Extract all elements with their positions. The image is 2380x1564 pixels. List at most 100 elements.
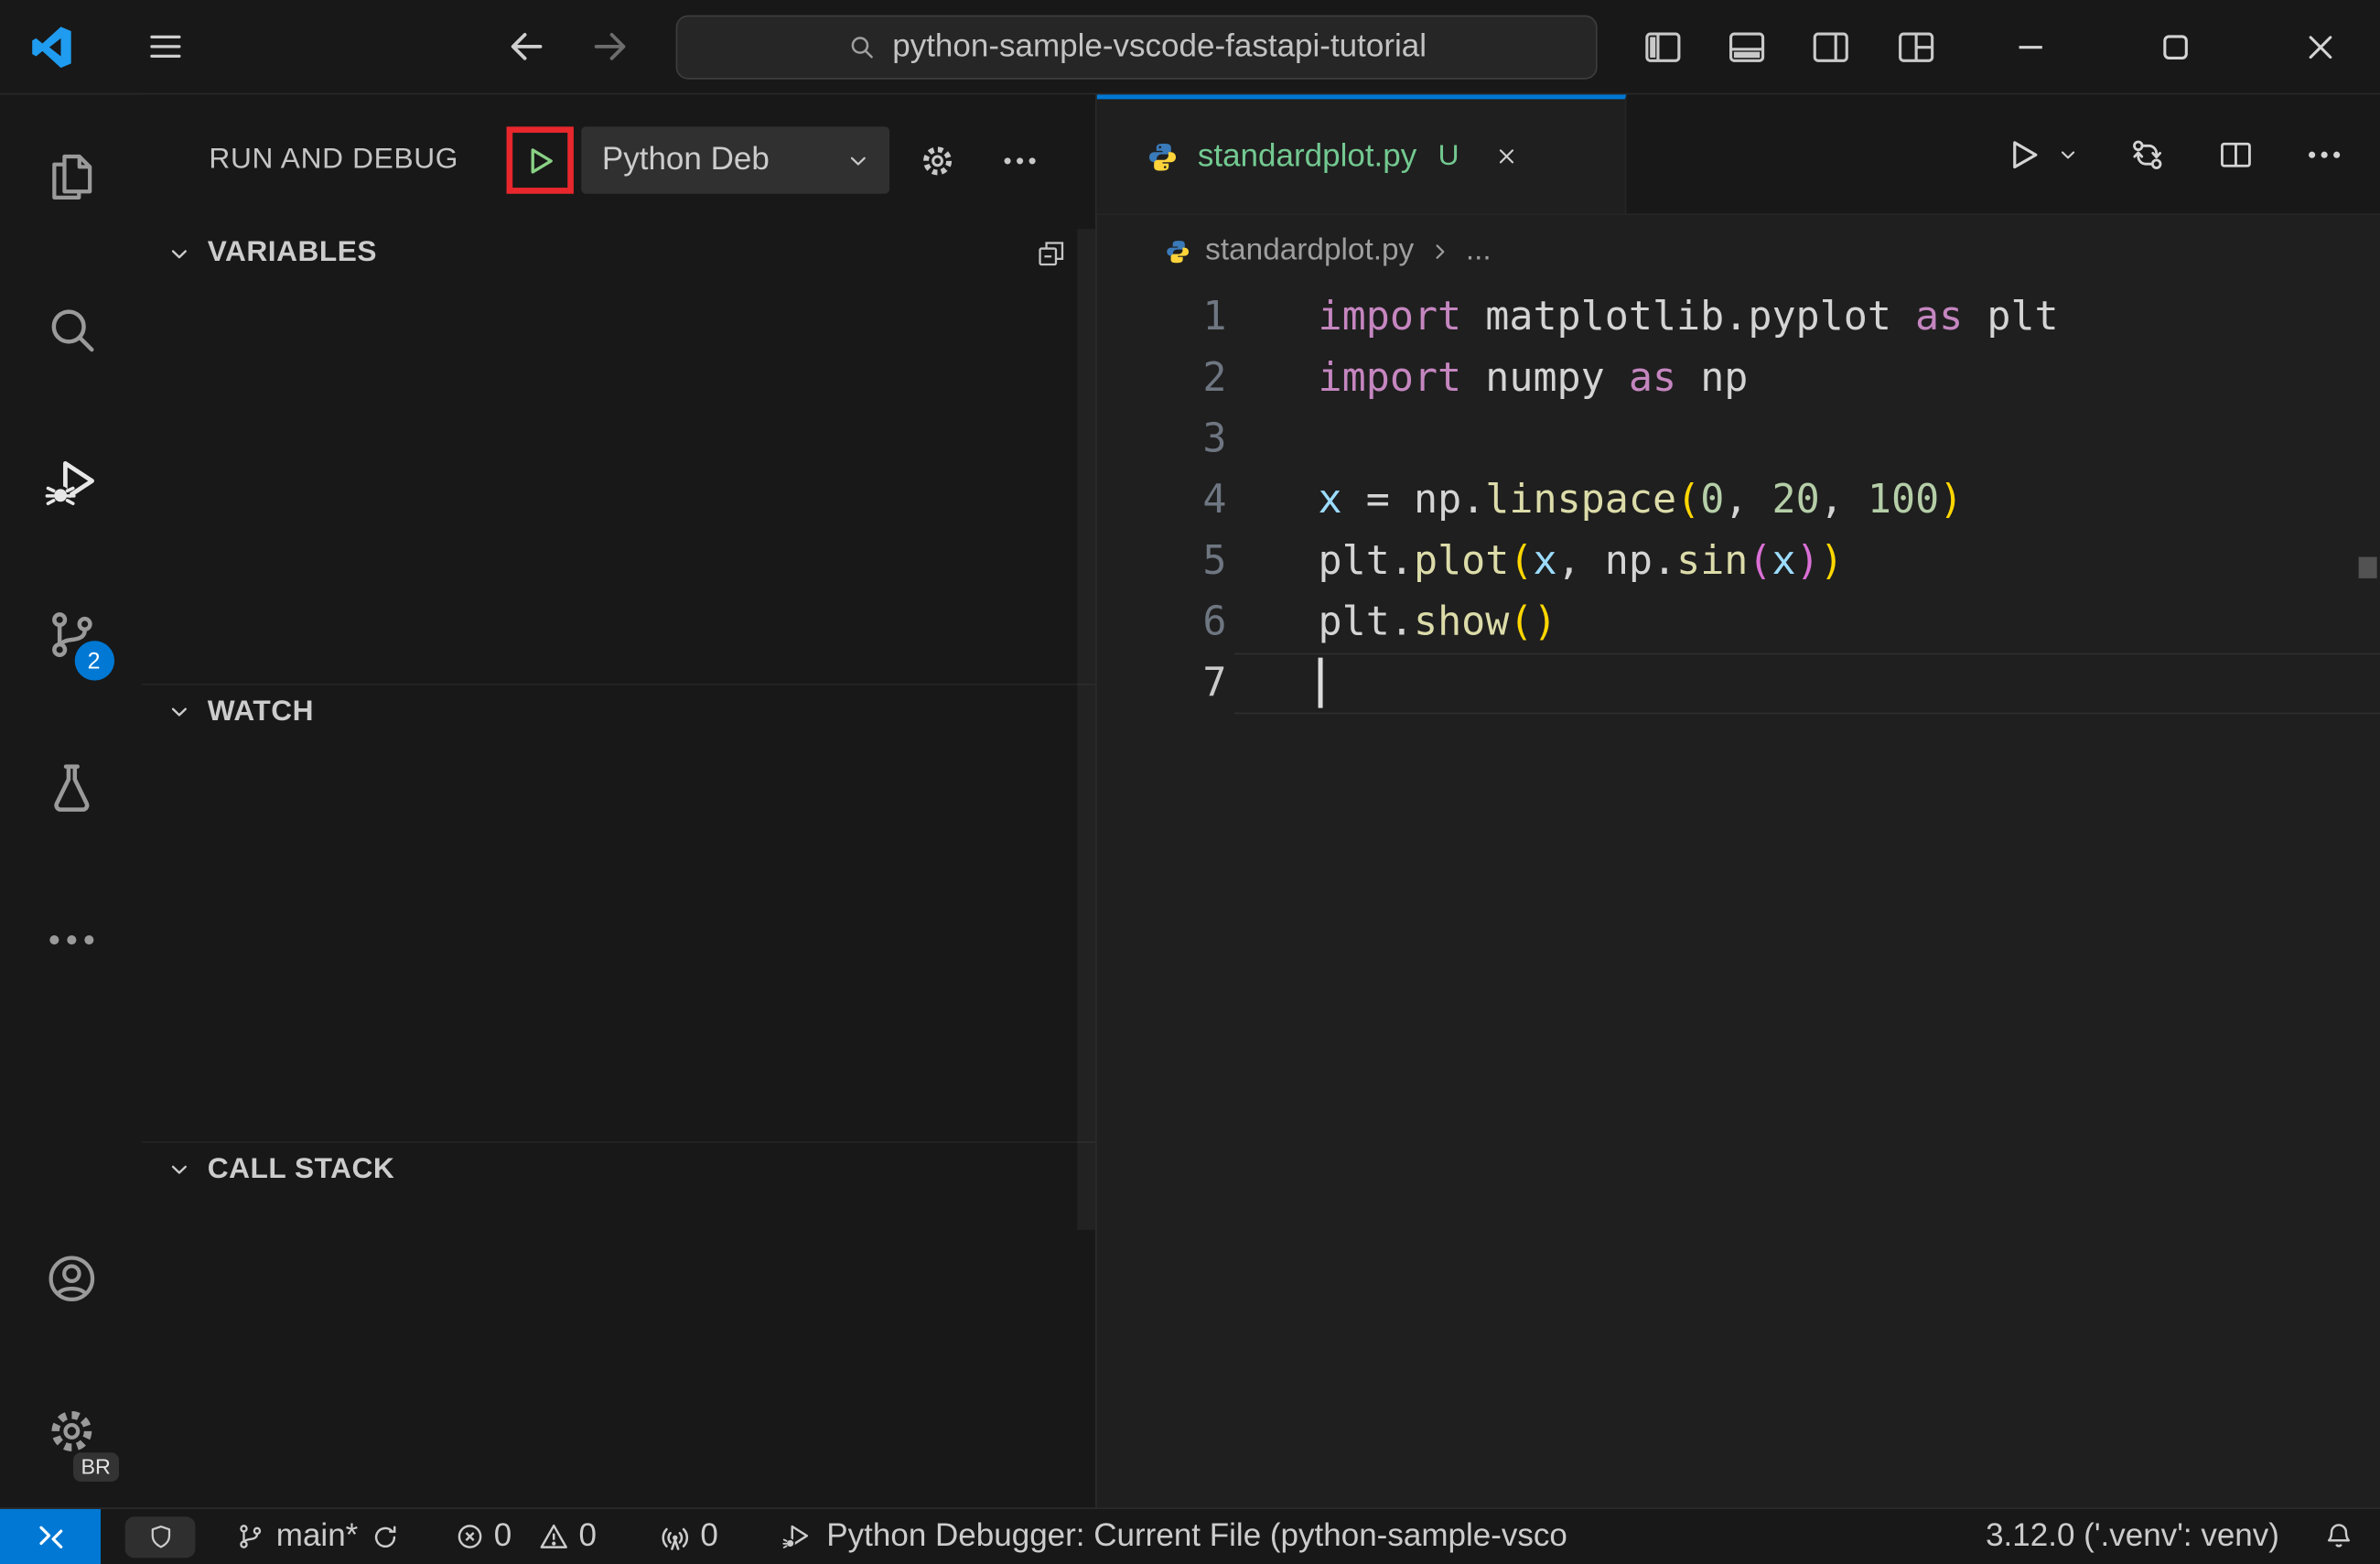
activity-item-settings[interactable]: BR bbox=[35, 1395, 120, 1483]
run-python-file-button[interactable] bbox=[1996, 128, 2048, 180]
activity-item-testing[interactable] bbox=[35, 750, 108, 824]
close-button[interactable] bbox=[2286, 13, 2356, 80]
editor-gutter: 1 2 3 4 5 6 7 bbox=[1097, 286, 1234, 1507]
back-button[interactable] bbox=[491, 13, 558, 80]
tab-close-button[interactable] bbox=[1483, 134, 1529, 179]
python-version-status[interactable]: 3.12.0 ('.venv': venv) bbox=[1986, 1518, 2279, 1555]
chevron-down-icon bbox=[2061, 150, 2074, 158]
editor-group: standardplot.py U standardplot.py ... 1 … bbox=[1095, 94, 2380, 1508]
account-icon bbox=[48, 1256, 94, 1302]
line-number: 5 bbox=[1202, 538, 1227, 585]
sidebar-title: RUN AND DEBUG bbox=[209, 143, 459, 176]
toggle-primary-sidebar-button[interactable] bbox=[1630, 13, 1696, 80]
split-editor-icon bbox=[2220, 141, 2251, 167]
debug-start-button[interactable] bbox=[512, 133, 566, 188]
ellipsis-icon bbox=[2308, 150, 2340, 157]
section-call-stack[interactable]: CALL STACK bbox=[142, 1141, 1096, 1196]
code-line[interactable]: plt.plot(x, np.sin(x)) bbox=[1234, 531, 2380, 592]
sidebar-more-actions-button[interactable] bbox=[989, 130, 1050, 191]
chevron-down-icon bbox=[171, 249, 187, 258]
ports-status[interactable]: 0 bbox=[658, 1509, 718, 1564]
editor[interactable]: 1 2 3 4 5 6 7 import matplotlib.pyplot as plt i… bbox=[1097, 286, 2380, 1507]
run-and-debug-icon bbox=[44, 460, 94, 506]
source-control-badge: 2 bbox=[73, 641, 114, 681]
tab-label: standardplot.py bbox=[1197, 137, 1417, 174]
line-number: 6 bbox=[1202, 599, 1227, 646]
section-watch[interactable]: WATCH bbox=[142, 683, 1096, 739]
line-number: 3 bbox=[1202, 416, 1227, 463]
chevron-down-icon bbox=[850, 156, 866, 165]
activity-item-search[interactable] bbox=[35, 293, 108, 366]
chevron-right-icon bbox=[1436, 243, 1444, 259]
error-count: 0 bbox=[493, 1517, 512, 1554]
branch-status[interactable]: main* bbox=[235, 1509, 401, 1564]
forward-button[interactable] bbox=[576, 13, 643, 80]
run-dropdown-button[interactable] bbox=[2051, 128, 2084, 180]
call-stack-body bbox=[142, 1196, 1095, 1507]
code-line[interactable]: plt.show() bbox=[1234, 592, 2380, 653]
collapse-all-button[interactable] bbox=[1028, 231, 1074, 276]
activity-item-accounts[interactable] bbox=[35, 1242, 108, 1315]
sidebar-scrollbar[interactable] bbox=[1077, 229, 1096, 1230]
workspace-trust-button[interactable] bbox=[124, 1515, 196, 1558]
gear-icon bbox=[923, 146, 953, 175]
maximize-button[interactable] bbox=[2140, 13, 2211, 80]
tab-standardplot[interactable]: standardplot.py U bbox=[1096, 94, 1627, 214]
customize-layout-button[interactable] bbox=[1882, 13, 1949, 80]
search-icon bbox=[851, 36, 873, 58]
editor-more-actions-button[interactable] bbox=[2298, 128, 2350, 180]
menu-button[interactable] bbox=[131, 13, 198, 80]
line-number: 1 bbox=[1202, 294, 1227, 340]
testing-beaker-icon bbox=[53, 764, 89, 812]
line-number: 4 bbox=[1202, 477, 1227, 523]
minimize-button[interactable] bbox=[1996, 13, 2066, 80]
profile-badge: BR bbox=[71, 1450, 120, 1483]
debug-status[interactable]: Python Debugger: Current File (python-sa… bbox=[780, 1509, 1567, 1564]
overview-ruler-marker bbox=[2358, 556, 2377, 578]
split-editor-button[interactable] bbox=[2209, 128, 2261, 180]
open-changes-button[interactable] bbox=[2121, 128, 2173, 180]
sidebar-run-and-debug: RUN AND DEBUG Python Deb VARIABLES WATCH… bbox=[142, 94, 1096, 1508]
remote-indicator[interactable] bbox=[0, 1508, 102, 1564]
editor-actions bbox=[1996, 94, 2380, 213]
maximize-icon bbox=[2163, 34, 2188, 59]
activity-item-source-control[interactable]: 2 bbox=[35, 599, 114, 681]
open-changes-icon bbox=[2132, 139, 2161, 169]
close-icon bbox=[2309, 35, 2332, 59]
command-center-search[interactable]: python-sample-vscode-fastapi-tutorial bbox=[675, 14, 1598, 79]
debug-settings-button[interactable] bbox=[907, 130, 968, 191]
code-line[interactable]: import matplotlib.pyplot as plt bbox=[1234, 286, 2380, 348]
search-icon bbox=[50, 309, 93, 352]
git-branch-icon bbox=[240, 1525, 262, 1548]
ports-count: 0 bbox=[700, 1517, 718, 1554]
activity-item-more[interactable] bbox=[35, 903, 108, 976]
activity-item-run-and-debug[interactable] bbox=[35, 446, 108, 519]
breadcrumb[interactable]: standardplot.py ... bbox=[1097, 215, 2380, 286]
code-line[interactable] bbox=[1234, 409, 2380, 470]
python-icon bbox=[1167, 240, 1190, 263]
run-play-icon bbox=[2012, 140, 2037, 168]
code-lines[interactable]: import matplotlib.pyplot as plt import nu… bbox=[1234, 286, 2380, 1507]
notifications-button[interactable] bbox=[2322, 1520, 2356, 1554]
ellipsis-icon bbox=[48, 935, 93, 945]
status-bar-right: 3.12.0 ('.venv': venv) bbox=[1986, 1508, 2380, 1564]
arrow-left-icon bbox=[510, 33, 542, 60]
collapse-all-icon bbox=[1039, 242, 1064, 266]
toggle-secondary-sidebar-button[interactable] bbox=[1797, 13, 1864, 80]
problems-status[interactable]: 0 0 bbox=[453, 1509, 597, 1564]
code-line[interactable] bbox=[1234, 653, 2380, 715]
code-line[interactable]: import numpy as np bbox=[1234, 348, 2380, 409]
line-number: 2 bbox=[1202, 355, 1227, 402]
debug-config-dropdown[interactable]: Python Deb bbox=[580, 126, 889, 194]
layout-sidebar-left-icon bbox=[1645, 31, 1681, 62]
activity-item-explorer[interactable] bbox=[35, 140, 108, 213]
section-variables[interactable]: VARIABLES bbox=[142, 226, 1095, 281]
vscode-window: python-sample-vscode-fastapi-tutorial 2 … bbox=[0, 0, 2380, 1564]
warning-icon bbox=[541, 1524, 568, 1548]
minimize-icon bbox=[2019, 45, 2042, 49]
code-line[interactable]: x = np.linspace(0, 20, 100) bbox=[1234, 470, 2380, 532]
vscode-logo-icon bbox=[30, 26, 73, 69]
layout-panel-icon bbox=[1729, 31, 1765, 62]
debug-config-label: Python Deb bbox=[601, 142, 770, 178]
toggle-panel-button[interactable] bbox=[1713, 13, 1780, 80]
